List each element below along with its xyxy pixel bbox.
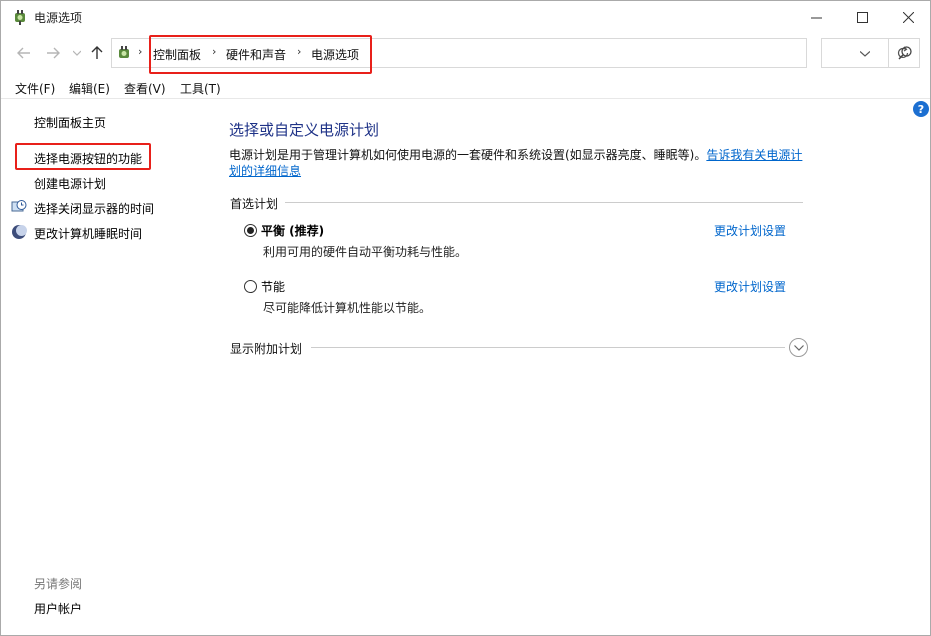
plan-power-saver-description: 尽可能降低计算机性能以节能。: [263, 301, 432, 315]
menu-tools[interactable]: 工具(T): [180, 80, 221, 97]
additional-plans-heading[interactable]: 显示附加计划: [230, 340, 302, 357]
plan-balanced-description: 利用可用的硬件自动平衡功耗与性能。: [263, 245, 468, 259]
see-also-user-accounts[interactable]: 用户帐户: [34, 600, 82, 617]
forward-arrow-icon: [47, 47, 60, 59]
section-divider: [311, 347, 785, 348]
preferred-plans-heading: 首选计划: [230, 197, 279, 211]
control-panel-window: 电源选项 › 控制面板 › 硬件和声音 › 电源选项 文件(F) 编辑(E) 查…: [0, 0, 931, 636]
plan-balanced-change-settings-link[interactable]: 更改计划设置: [714, 222, 786, 239]
window-title: 电源选项: [34, 11, 83, 25]
minimize-button[interactable]: [793, 1, 839, 33]
back-arrow-icon: [17, 47, 30, 59]
page-description: 电源计划是用于管理计算机如何使用电源的一套硬件和系统设置(如显示器亮度、睡眠等)…: [229, 147, 809, 179]
clock-monitor-icon: [11, 200, 27, 212]
maximize-button[interactable]: [839, 1, 885, 33]
description-text: 电源计划是用于管理计算机如何使用电源的一套硬件和系统设置(如显示器亮度、睡眠等)…: [229, 148, 707, 162]
navigation-bar: › 控制面板 › 硬件和声音 › 电源选项: [1, 37, 930, 71]
up-button[interactable]: [87, 43, 107, 63]
plan-power-saver-radio[interactable]: [244, 280, 257, 293]
menu-view[interactable]: 查看(V): [124, 80, 166, 97]
breadcrumb-separator-icon[interactable]: ›: [138, 45, 142, 58]
expand-additional-plans-button[interactable]: [789, 338, 808, 357]
sidebar-highlight-box: [15, 143, 151, 170]
sidebar-item-create-plan[interactable]: 创建电源计划: [34, 175, 106, 192]
forward-button[interactable]: [43, 43, 63, 63]
chevron-down-icon: [73, 50, 81, 56]
title-bar: 电源选项: [1, 1, 930, 33]
close-button[interactable]: [885, 1, 931, 33]
plan-balanced-name[interactable]: 平衡 (推荐): [261, 222, 324, 239]
control-panel-icon: [119, 46, 129, 58]
sidebar-item-sleep-time[interactable]: 更改计算机睡眠时间: [34, 225, 142, 242]
menu-file[interactable]: 文件(F): [15, 80, 55, 97]
help-icon[interactable]: ?: [913, 101, 929, 117]
search-icon: [898, 46, 912, 60]
recent-locations-button[interactable]: [67, 43, 87, 63]
close-icon: [902, 11, 914, 23]
address-highlight-box: [149, 35, 372, 74]
minimize-icon: [810, 17, 822, 18]
menu-bar: 文件(F) 编辑(E) 查看(V) 工具(T): [1, 77, 930, 99]
sidebar-item-display-off[interactable]: 选择关闭显示器的时间: [34, 200, 154, 217]
maximize-icon: [856, 11, 868, 23]
power-options-icon: [15, 10, 25, 25]
page-title: 选择或自定义电源计划: [229, 121, 380, 139]
back-button[interactable]: [14, 43, 34, 63]
menu-edit[interactable]: 编辑(E): [69, 80, 110, 97]
search-box[interactable]: [821, 38, 920, 68]
section-divider: [285, 202, 803, 203]
plan-balanced-radio[interactable]: [244, 224, 257, 237]
up-arrow-icon: [91, 46, 103, 59]
moon-icon: [12, 225, 27, 239]
chevron-down-icon: [793, 344, 804, 351]
plan-power-saver-change-settings-link[interactable]: 更改计划设置: [714, 278, 786, 295]
plan-power-saver-name[interactable]: 节能: [261, 278, 285, 295]
see-also-heading: 另请参阅: [34, 577, 83, 591]
sidebar-control-panel-home[interactable]: 控制面板主页: [34, 114, 106, 131]
